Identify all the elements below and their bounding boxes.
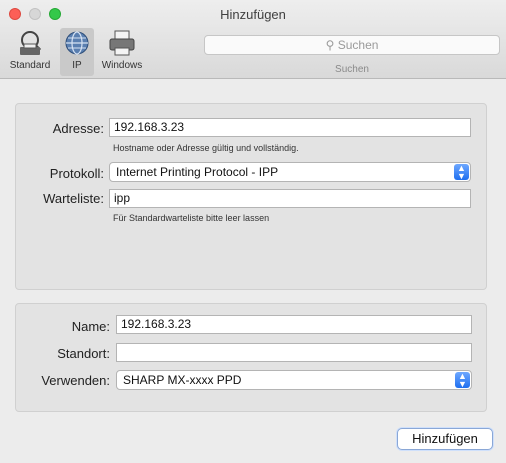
windows-printer-icon [109, 30, 135, 56]
name-field[interactable]: 192.168.3.23 [116, 315, 472, 334]
window-title: Hinzufügen [220, 7, 286, 22]
protocol-value: Internet Printing Protocol - IPP [116, 165, 279, 179]
toolbar-standard-label: Standard [9, 60, 51, 71]
search-icon: ⚲ [325, 38, 335, 52]
popup-chevron-icon: ▲ ▼ [455, 372, 470, 389]
use-label: Verwenden: [41, 373, 110, 388]
globe-icon [65, 31, 89, 55]
address-label: Adresse: [52, 121, 104, 136]
queue-field[interactable]: ipp [109, 189, 471, 208]
default-printer-icon [20, 31, 42, 55]
toolbar-ip-label: IP [72, 60, 82, 71]
search-caption: Suchen [335, 64, 369, 75]
add-button[interactable]: Hinzufügen [397, 428, 493, 450]
search-field[interactable]: ⚲ Suchen [204, 35, 500, 55]
location-label: Standort: [57, 346, 110, 361]
popup-chevron-icon: ▲ ▼ [454, 164, 469, 181]
search-placeholder: Suchen [337, 38, 379, 52]
location-field[interactable] [116, 343, 472, 362]
queue-hint: Für Standardwarteliste bitte leer lassen [113, 213, 270, 223]
toolbar-windows-button[interactable]: Windows [92, 28, 152, 76]
name-label: Name: [71, 319, 110, 334]
toolbar-windows-label: Windows [101, 60, 143, 71]
address-hint: Hostname oder Adresse gültig und vollstä… [113, 143, 299, 153]
protocol-label: Protokoll: [49, 166, 104, 181]
driver-value: SHARP MX-xxxx PPD [123, 373, 242, 387]
queue-label: Warteliste: [43, 191, 104, 206]
title-toolbar: Hinzufügen Standard IP Windows ⚲ Suchen … [0, 0, 506, 79]
toolbar-ip-button[interactable]: IP [60, 28, 94, 76]
toolbar-standard-button[interactable]: Standard [4, 28, 56, 76]
add-printer-window: Hinzufügen Standard IP Windows ⚲ Suchen … [0, 0, 506, 463]
protocol-popup[interactable]: Internet Printing Protocol - IPP ▲ ▼ [109, 162, 471, 182]
driver-popup[interactable]: SHARP MX-xxxx PPD ▲ ▼ [116, 370, 472, 390]
address-field[interactable]: 192.168.3.23 [109, 118, 471, 137]
